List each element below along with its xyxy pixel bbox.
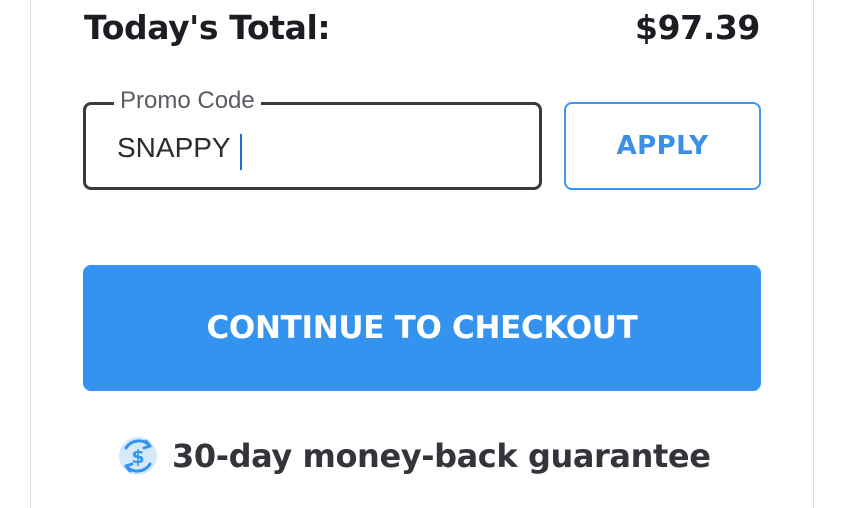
dollar-refresh-icon: $: [119, 437, 157, 475]
svg-text:$: $: [131, 446, 144, 468]
apply-button[interactable]: APPLY: [564, 102, 761, 190]
continue-to-checkout-button[interactable]: CONTINUE TO CHECKOUT: [83, 265, 761, 391]
money-back-guarantee: $ 30-day money-back guarantee: [116, 434, 711, 478]
promo-code-field[interactable]: Promo Code: [83, 87, 542, 190]
text-caret: [240, 134, 242, 170]
guarantee-text: 30-day money-back guarantee: [172, 437, 711, 475]
total-label: Today's Total:: [84, 8, 331, 47]
total-value: $97.39: [635, 8, 760, 47]
promo-code-input[interactable]: [117, 128, 497, 168]
promo-code-label: Promo Code: [114, 87, 261, 115]
checkout-summary-card: [30, 0, 814, 508]
